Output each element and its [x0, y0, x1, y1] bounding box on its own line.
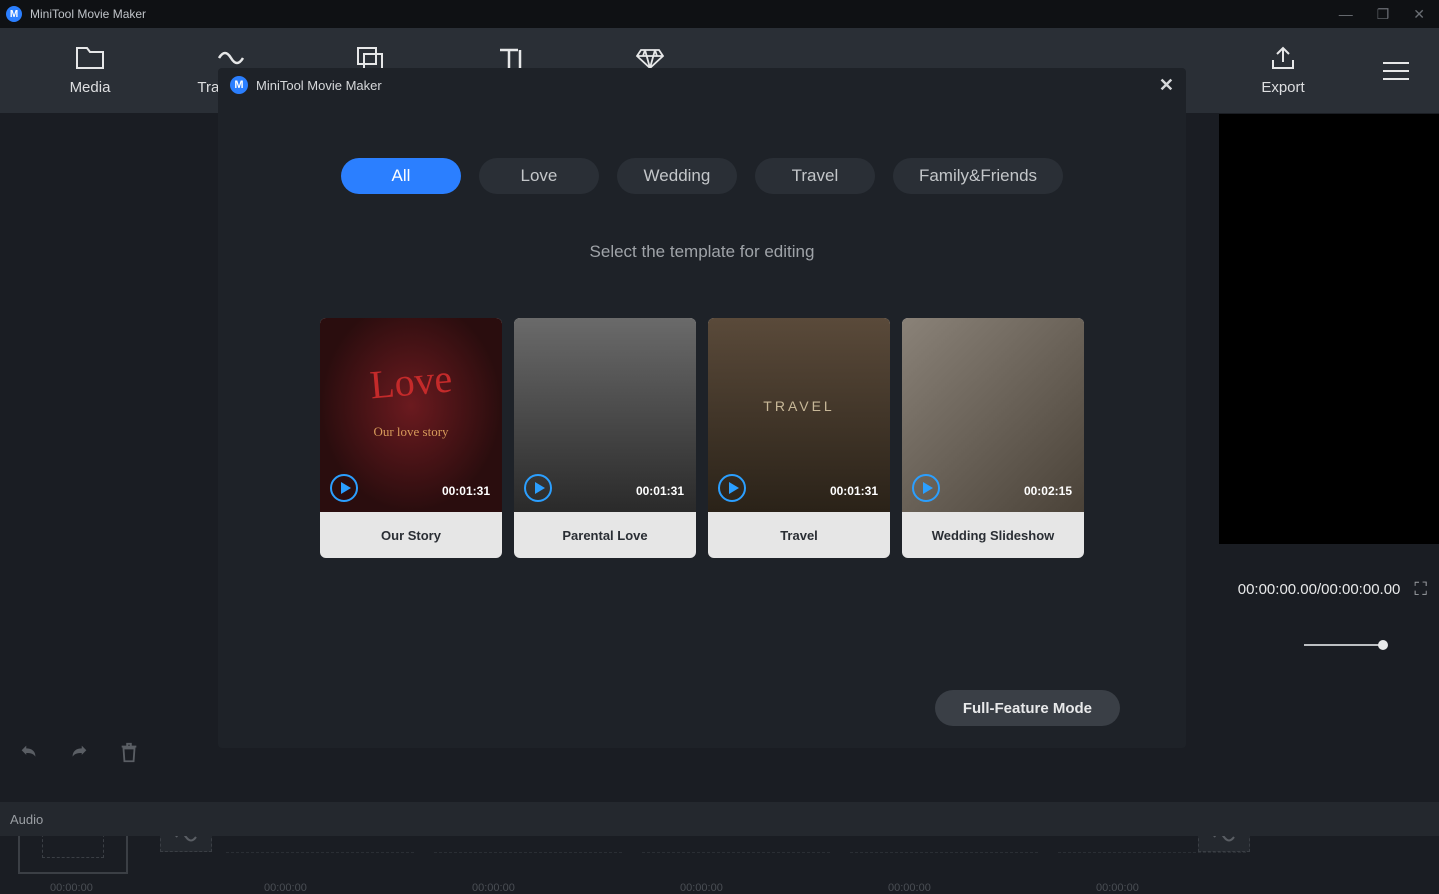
- close-icon[interactable]: ✕: [1413, 6, 1425, 23]
- template-name: Our Story: [320, 512, 502, 558]
- redo-icon[interactable]: [68, 742, 90, 764]
- template-name: Wedding Slideshow: [902, 512, 1084, 558]
- clip-slot[interactable]: [850, 852, 1038, 880]
- category-travel[interactable]: Travel: [755, 158, 875, 194]
- app-title: MiniTool Movie Maker: [30, 7, 1339, 21]
- template-our-story[interactable]: Love Our love story 00:01:31 Our Story: [320, 318, 502, 558]
- template-wedding-slideshow[interactable]: 00:02:15 Wedding Slideshow: [902, 318, 1084, 558]
- thumb-decorative-text: TRAVEL: [708, 398, 890, 414]
- template-thumb: Love Our love story 00:01:31: [320, 318, 502, 512]
- play-icon[interactable]: [912, 474, 940, 502]
- folder-icon: [75, 45, 105, 71]
- category-love[interactable]: Love: [479, 158, 599, 194]
- clip-time: 00:00:00: [50, 882, 93, 894]
- close-icon[interactable]: ✕: [1159, 75, 1174, 96]
- template-thumb: 00:01:31: [514, 318, 696, 512]
- minimize-icon[interactable]: —: [1339, 6, 1353, 23]
- audio-label: Audio: [10, 812, 43, 827]
- template-name: Parental Love: [514, 512, 696, 558]
- tool-export-label: Export: [1261, 79, 1304, 96]
- thumb-decorative-text: Love: [320, 350, 502, 413]
- modal-title: MiniTool Movie Maker: [256, 78, 1159, 93]
- play-icon[interactable]: [330, 474, 358, 502]
- app-logo-icon: M: [6, 6, 22, 22]
- clip-time: 00:00:00: [472, 882, 515, 894]
- category-wedding[interactable]: Wedding: [617, 158, 737, 194]
- modal-header: M MiniTool Movie Maker ✕: [218, 68, 1186, 102]
- app-logo-icon: M: [230, 76, 248, 94]
- clip-time: 00:00:00: [1096, 882, 1139, 894]
- fullscreen-icon[interactable]: ⛶: [1414, 579, 1427, 600]
- preview-timecode-row: 00:00:00.00/00:00:00.00 ⛶: [1238, 579, 1427, 600]
- full-feature-button[interactable]: Full-Feature Mode: [935, 690, 1120, 726]
- category-tabs: All Love Wedding Travel Family&Friends: [218, 158, 1186, 194]
- menu-icon[interactable]: [1373, 52, 1419, 90]
- maximize-icon[interactable]: ❐: [1377, 6, 1390, 23]
- title-bar: M MiniTool Movie Maker — ❐ ✕: [0, 0, 1439, 28]
- zoom-slider[interactable]: [1304, 644, 1384, 646]
- template-thumb: 00:02:15: [902, 318, 1084, 512]
- template-thumb: TRAVEL 00:01:31: [708, 318, 890, 512]
- clip-slot[interactable]: [226, 852, 414, 880]
- thumb-decorative-text: Our love story: [320, 424, 502, 440]
- template-travel[interactable]: TRAVEL 00:01:31 Travel: [708, 318, 890, 558]
- window-controls: — ❐ ✕: [1339, 6, 1433, 23]
- play-icon[interactable]: [718, 474, 746, 502]
- clip-slot[interactable]: [1058, 852, 1246, 880]
- template-name: Travel: [708, 512, 890, 558]
- clip-slot[interactable]: [434, 852, 622, 880]
- clip-time: 00:00:00: [888, 882, 931, 894]
- edit-controls: [18, 742, 140, 764]
- tool-export[interactable]: Export: [1213, 28, 1353, 114]
- modal-subtitle: Select the template for editing: [218, 242, 1186, 262]
- play-icon[interactable]: [524, 474, 552, 502]
- tool-media[interactable]: Media: [20, 28, 160, 114]
- undo-icon[interactable]: [18, 742, 40, 764]
- template-duration: 00:01:31: [830, 484, 878, 498]
- template-grid: Love Our love story 00:01:31 Our Story 0…: [218, 318, 1186, 558]
- clip-time: 00:00:00: [680, 882, 723, 894]
- delete-icon[interactable]: [118, 742, 140, 764]
- clip-slot[interactable]: [642, 852, 830, 880]
- template-duration: 00:01:31: [636, 484, 684, 498]
- preview-timecode: 00:00:00.00/00:00:00.00: [1238, 581, 1401, 598]
- clip-time: 00:00:00: [264, 882, 307, 894]
- template-duration: 00:02:15: [1024, 484, 1072, 498]
- category-family[interactable]: Family&Friends: [893, 158, 1063, 194]
- export-icon: [1270, 45, 1296, 71]
- audio-track[interactable]: Audio: [0, 802, 1439, 836]
- template-modal: M MiniTool Movie Maker ✕ All Love Weddin…: [218, 68, 1186, 748]
- template-parental-love[interactable]: 00:01:31 Parental Love: [514, 318, 696, 558]
- category-all[interactable]: All: [341, 158, 461, 194]
- preview-pane: [1219, 114, 1439, 544]
- tool-media-label: Media: [70, 79, 111, 96]
- template-duration: 00:01:31: [442, 484, 490, 498]
